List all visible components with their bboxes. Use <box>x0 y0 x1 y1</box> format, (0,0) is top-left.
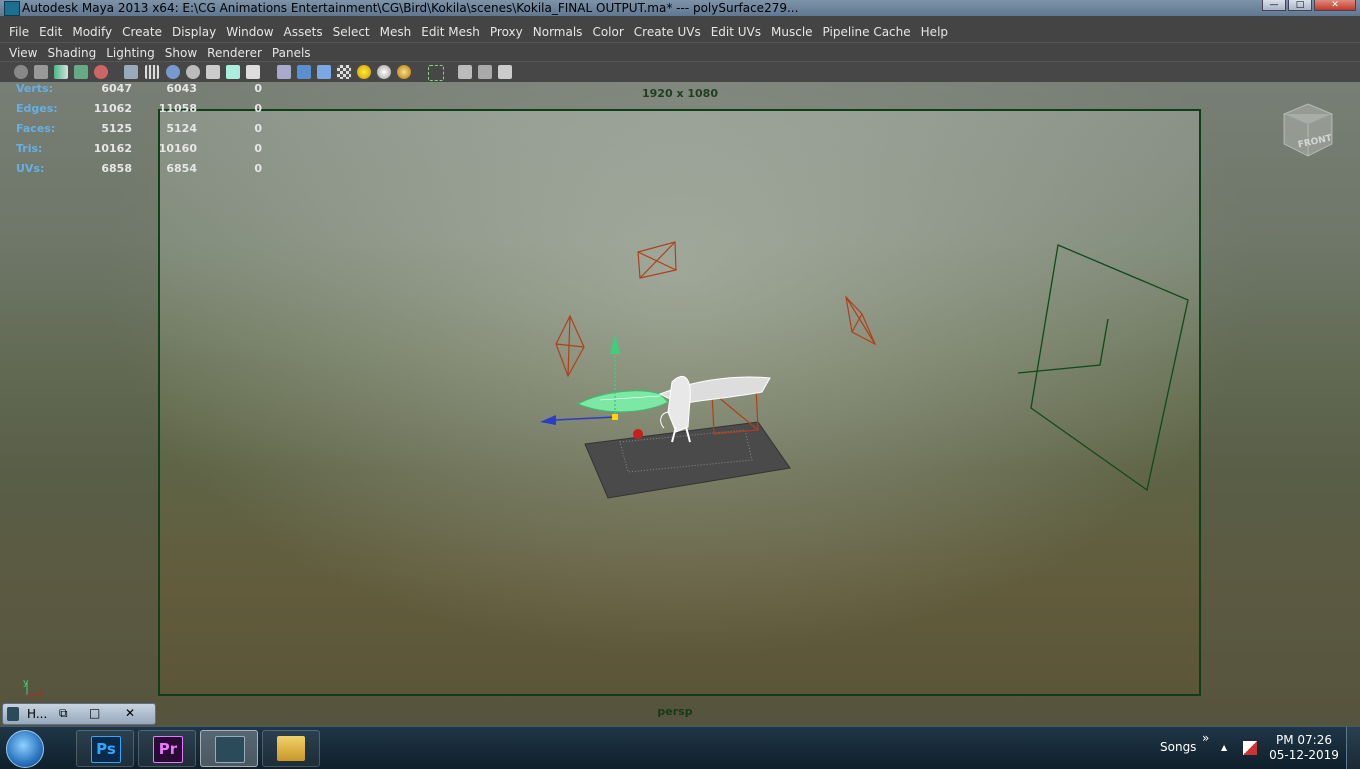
menu-assets[interactable]: Assets <box>284 25 323 39</box>
svg-text:x: x <box>38 689 44 699</box>
menu-window[interactable]: Window <box>226 25 273 39</box>
clock-date: 05-12-2019 <box>1269 748 1339 762</box>
high-quality-icon[interactable] <box>377 65 391 79</box>
premiere-icon: Pr <box>153 736 183 763</box>
image-plane-icon[interactable] <box>54 65 68 79</box>
svg-text:y: y <box>23 678 29 688</box>
camera-top <box>637 241 677 279</box>
restore-button[interactable]: ⧉ <box>59 706 68 721</box>
xray-joints-icon[interactable] <box>297 65 311 79</box>
smooth-shade-icon[interactable] <box>166 65 180 79</box>
backface-culling-icon[interactable] <box>357 65 371 79</box>
scene-objects: y x <box>23 241 1189 699</box>
shadows-icon[interactable] <box>226 65 240 79</box>
xray-component-icon[interactable] <box>317 65 331 79</box>
menu-edit-mesh[interactable]: Edit Mesh <box>421 25 480 39</box>
panel-menu-show[interactable]: Show <box>165 46 197 60</box>
menu-muscle[interactable]: Muscle <box>771 25 813 39</box>
isolate-select-icon[interactable] <box>246 65 260 79</box>
taskbar-item-photoshop[interactable]: Ps <box>76 730 134 767</box>
menu-display[interactable]: Display <box>172 25 216 39</box>
camera-attributes-icon[interactable] <box>14 65 28 79</box>
close-button[interactable]: ✕ <box>1314 0 1356 11</box>
panel-menu-panels[interactable]: Panels <box>272 46 311 60</box>
title-bar: Autodesk Maya 2013 x64: E:\CG Animations… <box>0 0 1360 16</box>
panel-menu-renderer[interactable]: Renderer <box>207 46 262 60</box>
menu-proxy[interactable]: Proxy <box>490 25 523 39</box>
menu-create-uvs[interactable]: Create UVs <box>634 25 701 39</box>
isolate-icon[interactable] <box>458 65 472 79</box>
taskbar-item-explorer[interactable] <box>262 730 320 767</box>
taskbar-item-premiere[interactable]: Pr <box>138 730 196 767</box>
grid-icon[interactable] <box>74 65 88 79</box>
menu-pipeline-cache[interactable]: Pipeline Cache <box>823 25 911 39</box>
window-title: Autodesk Maya 2013 x64: E:\CG Animations… <box>22 1 799 15</box>
minimize-button[interactable]: — <box>1262 0 1286 11</box>
network-icon[interactable] <box>498 65 512 79</box>
use-default-material-icon[interactable] <box>337 65 351 79</box>
close-button[interactable]: ✕ <box>125 706 135 720</box>
taskbar: Ps Pr Songs » ▲ PM 07:26 05-12-2019 <box>0 726 1360 769</box>
default-lighting-icon[interactable] <box>397 65 411 79</box>
maya-window-icon <box>7 707 19 721</box>
move-manipulator <box>540 334 643 439</box>
menu-select[interactable]: Select <box>333 25 370 39</box>
menu-edit-uvs[interactable]: Edit UVs <box>711 25 761 39</box>
viewport-persp[interactable]: Verts: 6047 6043 0 Edges: 11062 11058 0 … <box>0 82 1360 726</box>
panel-menu-lighting[interactable]: Lighting <box>106 46 155 60</box>
minimized-window-title: H... <box>27 707 48 721</box>
wireframe-icon[interactable] <box>124 65 138 79</box>
maximize-button[interactable]: □ <box>1288 0 1312 11</box>
panel-toolbar <box>0 61 1360 83</box>
textured-icon[interactable] <box>186 65 200 79</box>
system-clock[interactable]: PM 07:26 05-12-2019 <box>1268 733 1340 763</box>
bookmark-icon[interactable] <box>34 65 48 79</box>
camera-left <box>555 314 585 378</box>
photoshop-icon: Ps <box>91 736 121 763</box>
menu-help[interactable]: Help <box>921 25 948 39</box>
menu-file[interactable]: File <box>9 25 29 39</box>
start-button[interactable] <box>6 730 44 768</box>
menu-color[interactable]: Color <box>592 25 623 39</box>
camera-right <box>845 295 877 346</box>
show-desktop-button[interactable] <box>1346 727 1360 769</box>
action-center-flag-icon[interactable] <box>1243 741 1257 755</box>
film-gate-icon[interactable] <box>94 65 108 79</box>
folder-icon <box>277 736 305 761</box>
panel-menu-bar: View Shading Lighting Show Renderer Pane… <box>0 42 1360 62</box>
menu-normals[interactable]: Normals <box>533 25 583 39</box>
show-hidden-icons-icon[interactable]: ▲ <box>1221 743 1227 752</box>
panel-menu-view[interactable]: View <box>9 46 37 60</box>
main-menu-bar: File Edit Modify Create Display Window A… <box>0 22 1360 42</box>
minimized-window[interactable]: H... ⧉ □ ✕ <box>2 703 156 725</box>
menu-edit[interactable]: Edit <box>39 25 62 39</box>
tray-toolbar-label[interactable]: Songs <box>1160 740 1196 754</box>
maya-app-icon <box>4 1 20 16</box>
clock-time: PM 07:26 <box>1276 733 1332 747</box>
axis-indicator: y x <box>23 678 44 699</box>
panel-menu-shading[interactable]: Shading <box>47 46 96 60</box>
xray-icon[interactable] <box>277 65 291 79</box>
resolution-gate-icon[interactable] <box>145 65 159 79</box>
select-camera-icon[interactable] <box>428 65 444 81</box>
menu-create[interactable]: Create <box>122 25 162 39</box>
menu-mesh[interactable]: Mesh <box>380 25 412 39</box>
taskbar-item-maya[interactable] <box>200 730 258 767</box>
menu-modify[interactable]: Modify <box>72 25 112 39</box>
minimized-window-bar: H... ⧉ □ ✕ <box>0 702 160 726</box>
maya-icon <box>215 736 245 763</box>
image-plane <box>1017 244 1189 492</box>
frame-icon[interactable] <box>478 65 492 79</box>
tray-chevron-icon[interactable]: » <box>1202 731 1209 745</box>
maximize-button[interactable]: □ <box>89 706 100 720</box>
lights-icon[interactable] <box>206 65 220 79</box>
